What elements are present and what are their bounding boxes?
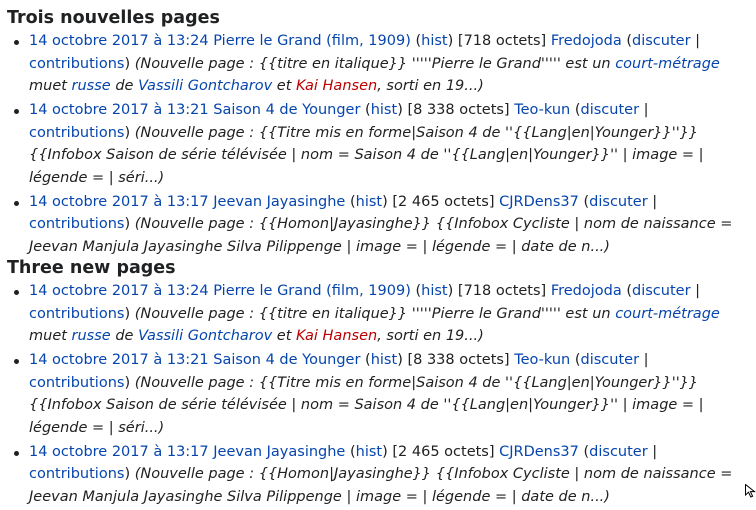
summary-text: , sorti en 19...) (377, 78, 484, 94)
entry-date-link[interactable]: 14 octobre 2017 à 13:17 (29, 444, 209, 460)
user-link[interactable]: Fredojoda (551, 33, 622, 49)
summary-text: et (272, 78, 297, 94)
section-trois-nouvelles-pages: Trois nouvelles pages 14 octobre 2017 à … (0, 0, 756, 260)
user-link[interactable]: Teo-kun (514, 352, 570, 368)
hist-link[interactable]: hist (356, 194, 382, 210)
summary-text: de (110, 78, 139, 94)
page-size: [718 octets] (457, 283, 547, 299)
summary-link-court-metrage[interactable]: court-métrage (615, 306, 720, 322)
summary-link-vassili-gontcharov[interactable]: Vassili Gontcharov (138, 328, 272, 344)
hist-link[interactable]: hist (371, 102, 397, 118)
talk-link[interactable]: discuter (632, 283, 691, 299)
page-title-link[interactable]: Saison 4 de Younger (213, 102, 360, 118)
summary-text: et (272, 328, 297, 344)
talk-link[interactable]: discuter (581, 102, 640, 118)
entry-date-link[interactable]: 14 octobre 2017 à 13:21 (29, 102, 209, 118)
page-title-link[interactable]: Jeevan Jayasinghe (213, 444, 345, 460)
new-pages-list: 14 octobre 2017 à 13:24 Pierre le Grand … (0, 280, 756, 508)
hist-link[interactable]: hist (421, 283, 447, 299)
user-link[interactable]: Teo-kun (514, 102, 570, 118)
section-heading: Trois nouvelles pages (7, 8, 220, 28)
summary-text: muet (29, 78, 72, 94)
summary-text: (Nouvelle page : {{titre en italique}} '… (134, 305, 616, 322)
entry-date-link[interactable]: 14 octobre 2017 à 13:24 (29, 283, 209, 299)
page-size: [2 465 octets] (392, 443, 495, 460)
contributions-link[interactable]: contributions (29, 306, 124, 322)
contributions-link[interactable]: contributions (29, 56, 124, 72)
user-link[interactable]: CJRDens37 (499, 444, 579, 460)
page-size: [8 338 octets] (407, 102, 510, 118)
summary-link-russe[interactable]: russe (72, 78, 111, 94)
contributions-link[interactable]: contributions (29, 125, 124, 141)
summary-text: muet (29, 328, 72, 344)
list-item: 14 octobre 2017 à 13:21 Saison 4 de Youn… (0, 349, 756, 439)
user-link[interactable]: Fredojoda (551, 283, 622, 299)
talk-link[interactable]: discuter (632, 33, 691, 49)
list-item: 14 octobre 2017 à 13:17 Jeevan Jayasingh… (0, 191, 756, 259)
contributions-link[interactable]: contributions (29, 216, 124, 232)
page-title-link[interactable]: Pierre le Grand (film, 1909) (213, 33, 411, 49)
summary-link-court-metrage[interactable]: court-métrage (615, 56, 720, 72)
summary-text: (Nouvelle page : {{titre en italique}} '… (134, 55, 616, 72)
new-pages-list: 14 octobre 2017 à 13:24 Pierre le Grand … (0, 30, 756, 258)
summary-text: de (110, 328, 139, 344)
edit-summary: (Nouvelle page : {{Titre mis en forme|Sa… (29, 124, 704, 186)
summary-link-vassili-gontcharov[interactable]: Vassili Gontcharov (138, 78, 272, 94)
hist-link[interactable]: hist (421, 33, 447, 49)
list-item: 14 octobre 2017 à 13:24 Pierre le Grand … (0, 30, 756, 98)
hist-link[interactable]: hist (356, 444, 382, 460)
list-item: 14 octobre 2017 à 13:24 Pierre le Grand … (0, 280, 756, 348)
talk-link[interactable]: discuter (581, 352, 640, 368)
summary-redlink-kai-hansen[interactable]: Kai Hansen (296, 328, 377, 344)
edit-summary: (Nouvelle page : {{Homon|Jayasinghe}} {{… (29, 216, 733, 255)
page-size: [718 octets] (457, 33, 547, 49)
section-heading: Three new pages (7, 258, 176, 278)
hist-link[interactable]: hist (371, 352, 397, 368)
page-title-link[interactable]: Saison 4 de Younger (213, 352, 360, 368)
talk-link[interactable]: discuter (589, 194, 648, 210)
list-item: 14 octobre 2017 à 13:21 Saison 4 de Youn… (0, 99, 756, 189)
edit-summary: (Nouvelle page : {{Homon|Jayasinghe}} {{… (29, 466, 733, 505)
contributions-link[interactable]: contributions (29, 375, 124, 391)
page-title-link[interactable]: Jeevan Jayasinghe (213, 194, 345, 210)
entry-date-link[interactable]: 14 octobre 2017 à 13:24 (29, 33, 209, 49)
edit-summary: (Nouvelle page : {{titre en italique}} '… (29, 56, 720, 95)
page-title-link[interactable]: Pierre le Grand (film, 1909) (213, 283, 411, 299)
summary-link-russe[interactable]: russe (72, 328, 111, 344)
summary-redlink-kai-hansen[interactable]: Kai Hansen (296, 78, 377, 94)
section-three-new-pages: Three new pages 14 octobre 2017 à 13:24 … (0, 250, 756, 510)
user-link[interactable]: CJRDens37 (499, 194, 579, 210)
edit-summary: (Nouvelle page : {{titre en italique}} '… (29, 306, 720, 345)
edit-summary: (Nouvelle page : {{Titre mis en forme|Sa… (29, 374, 704, 436)
contributions-link[interactable]: contributions (29, 466, 124, 482)
entry-date-link[interactable]: 14 octobre 2017 à 13:17 (29, 194, 209, 210)
summary-text: , sorti en 19...) (377, 328, 484, 344)
entry-date-link[interactable]: 14 octobre 2017 à 13:21 (29, 352, 209, 368)
page-size: [2 465 octets] (392, 193, 495, 210)
mouse-pointer-icon (745, 484, 756, 498)
page-size: [8 338 octets] (407, 352, 510, 368)
talk-link[interactable]: discuter (589, 444, 648, 460)
